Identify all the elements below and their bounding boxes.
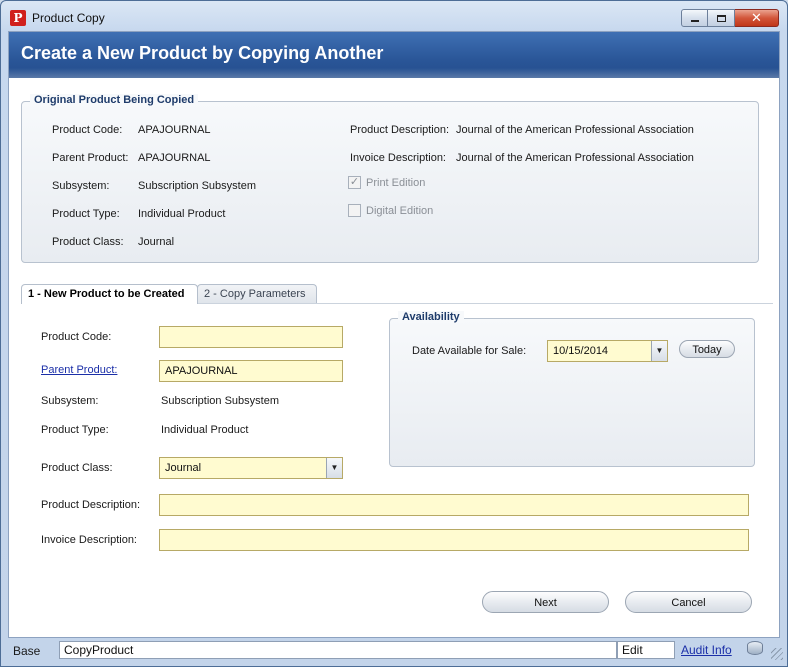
product-description-input[interactable] — [159, 494, 749, 516]
cancel-button[interactable]: Cancel — [625, 591, 752, 613]
orig-product-class-value: Journal — [138, 236, 175, 248]
minimize-icon — [690, 19, 699, 22]
product-class-select[interactable]: Journal ▼ — [159, 457, 343, 479]
status-mode: Edit — [617, 641, 675, 659]
client-area: Create a New Product by Copying Another … — [8, 31, 780, 638]
original-product-group: Original Product Being Copied Product Co… — [21, 94, 759, 263]
tab-new-product[interactable]: 1 - New Product to be Created — [21, 284, 198, 304]
orig-invoice-description-value: Journal of the American Professional Ass… — [456, 152, 694, 164]
window-controls: ✕ — [681, 9, 779, 27]
maximize-icon — [716, 14, 726, 22]
orig-product-type-value: Individual Product — [138, 208, 226, 220]
minimize-button[interactable] — [681, 9, 708, 27]
parent-product-link[interactable]: Parent Product: — [41, 364, 117, 376]
calendar-dropdown-icon[interactable]: ▼ — [651, 341, 667, 361]
header-banner: Create a New Product by Copying Another — [9, 32, 779, 78]
product-type-value: Individual Product — [161, 424, 249, 436]
date-available-label: Date Available for Sale: — [412, 345, 527, 357]
page-title: Create a New Product by Copying Another — [21, 43, 384, 63]
orig-subsystem-value: Subscription Subsystem — [138, 180, 256, 192]
checkmark-icon: ✓ — [349, 176, 360, 188]
product-code-input[interactable] — [159, 326, 343, 348]
app-logo-icon: P — [10, 10, 26, 26]
product-class-label: Product Class: — [41, 462, 113, 474]
invoice-description-label: Invoice Description: — [41, 534, 137, 546]
status-bar: Base CopyProduct Edit Audit Info — [1, 638, 787, 666]
product-copy-window: P Product Copy ✕ Create a New Product by… — [0, 0, 788, 667]
orig-product-code-value: APAJOURNAL — [138, 124, 211, 136]
availability-group: Availability Date Available for Sale: 10… — [389, 311, 755, 467]
resize-grip-icon[interactable] — [771, 648, 783, 660]
status-form-name: CopyProduct — [59, 641, 617, 659]
close-icon: ✕ — [751, 10, 762, 25]
orig-product-description-label: Product Description: — [350, 124, 450, 136]
print-edition-label: Print Edition — [366, 177, 426, 189]
orig-product-class-label: Product Class: — [52, 236, 124, 248]
subsystem-value: Subscription Subsystem — [161, 395, 279, 407]
invoice-description-input[interactable] — [159, 529, 749, 551]
original-product-legend: Original Product Being Copied — [30, 94, 199, 106]
today-button[interactable]: Today — [679, 340, 735, 358]
status-base: Base — [13, 644, 41, 658]
print-edition-checkbox: ✓ — [348, 176, 361, 189]
digital-edition-label: Digital Edition — [366, 205, 434, 217]
title-bar: P Product Copy ✕ — [1, 1, 787, 31]
tab-copy-parameters[interactable]: 2 - Copy Parameters — [197, 284, 317, 304]
close-button[interactable]: ✕ — [735, 9, 779, 27]
orig-invoice-description-label: Invoice Description: — [350, 152, 446, 164]
parent-product-input[interactable] — [159, 360, 343, 382]
orig-product-description-value: Journal of the American Professional Ass… — [456, 124, 694, 136]
next-button[interactable]: Next — [482, 591, 609, 613]
orig-subsystem-label: Subsystem: — [52, 180, 110, 192]
product-code-label: Product Code: — [41, 331, 112, 343]
database-icon[interactable] — [747, 641, 763, 655]
date-available-input[interactable]: 10/15/2014 ▼ — [547, 340, 668, 362]
product-class-selected: Journal — [165, 462, 202, 474]
orig-product-type-label: Product Type: — [52, 208, 120, 220]
product-description-label: Product Description: — [41, 499, 141, 511]
availability-legend: Availability — [398, 311, 464, 323]
date-available-value: 10/15/2014 — [553, 345, 609, 357]
dropdown-arrow-icon[interactable]: ▼ — [326, 458, 342, 478]
orig-parent-product-label: Parent Product: — [52, 152, 129, 164]
product-type-label: Product Type: — [41, 424, 109, 436]
maximize-button[interactable] — [708, 9, 735, 27]
subsystem-label: Subsystem: — [41, 395, 99, 407]
orig-product-code-label: Product Code: — [52, 124, 123, 136]
orig-parent-product-value: APAJOURNAL — [138, 152, 211, 164]
window-title: Product Copy — [32, 11, 105, 25]
audit-info-link[interactable]: Audit Info — [681, 643, 732, 657]
digital-edition-checkbox — [348, 204, 361, 217]
